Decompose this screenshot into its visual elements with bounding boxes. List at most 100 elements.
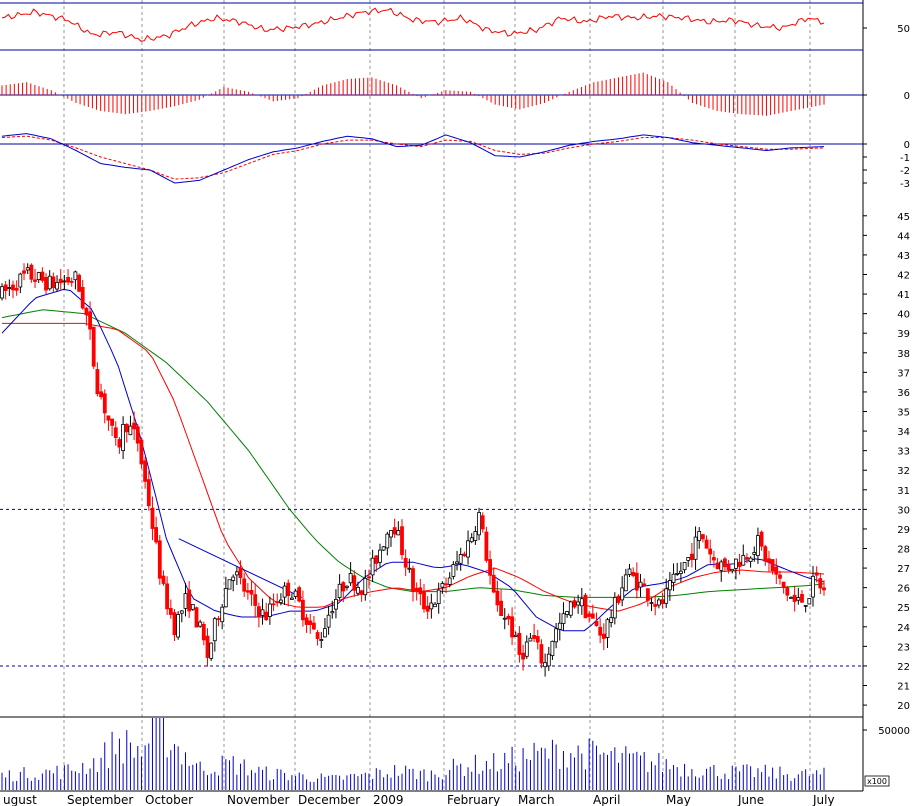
candle-body [58,278,63,284]
candlestick [69,277,74,287]
candle-body [0,286,4,299]
candlestick [539,639,544,669]
candlestick [491,567,496,594]
candlestick [55,275,59,292]
candle-body [216,618,221,620]
candle-body [40,271,45,281]
candlestick [510,607,515,645]
candle-body [469,537,474,543]
candle-body [407,567,412,570]
macd-histogram-panel [0,72,863,116]
candle-body [477,512,482,536]
candlestick [0,283,4,301]
candlestick [774,558,779,584]
candle-body [690,553,694,560]
candle-body [543,662,547,668]
candlestick [425,596,430,619]
candle-body [245,590,250,593]
candlestick [179,610,184,623]
candle-body [488,559,493,576]
price-tick-label: 34 [897,427,910,438]
candle-body [440,583,445,588]
candlestick [649,598,654,612]
candlestick [165,576,170,615]
candle-body [378,549,382,563]
candle-body [458,554,463,564]
candle-body [66,276,70,283]
candle-body [715,562,720,570]
candle-body [657,599,661,606]
candlestick [176,611,181,640]
candle-body [330,611,335,614]
candlestick [286,579,291,607]
candle-body [616,595,621,603]
candle-body [157,540,162,579]
candle-body [36,272,41,281]
month-label: May [666,793,691,806]
candlestick [690,542,694,568]
histogram-tick-label: 0 [904,91,910,102]
candle-body [668,580,672,591]
candle-body [612,597,617,619]
candlestick [311,616,316,631]
candlestick [400,519,404,560]
candle-body [554,628,558,643]
price-tick-label: 23 [897,642,910,653]
candlestick [455,550,459,571]
candle-body [33,279,37,282]
candle-body [697,531,702,542]
month-label: December [298,793,360,806]
candlestick [249,580,254,606]
candlestick [763,544,768,566]
candlestick [818,573,823,595]
candlestick [660,592,665,609]
candle-body [73,271,78,281]
candlestick [657,597,661,609]
candle-body [649,602,654,604]
candlestick [220,604,225,630]
candle-body [767,558,771,563]
candlestick [260,598,265,625]
candlestick [172,609,177,641]
candle-body [396,530,401,536]
candle-body [726,564,731,571]
candlestick [128,415,133,436]
candle-body [704,539,709,549]
candle-body [286,582,291,596]
candlestick [117,437,122,454]
candlestick [612,592,617,625]
price-tick-label: 26 [897,584,910,595]
candlestick [693,526,698,570]
candle-body [792,594,797,602]
candlestick [378,543,382,567]
candle-body [29,264,34,280]
candlestick [634,562,639,599]
candle-body [341,582,346,592]
candlestick [99,383,103,400]
candlestick [517,626,522,663]
candle-body [47,275,52,290]
candle-body [117,439,122,448]
candle-body [510,616,515,638]
candlestick [598,618,603,644]
candle-body [234,571,239,576]
candlestick [363,569,368,601]
candle-body [444,583,448,586]
candle-body [646,588,650,601]
candlestick [348,562,353,586]
candlestick [767,550,771,572]
candle-body [55,281,59,290]
candlestick [132,411,137,441]
candle-body [150,507,155,529]
candlestick [234,566,239,585]
candle-body [745,557,749,560]
candle-body [139,439,144,465]
candle-body [69,280,74,283]
candle-body [502,617,507,620]
candle-body [822,587,826,591]
candlestick [352,570,357,597]
candlestick [18,272,23,293]
candle-body [778,574,782,579]
candle-body [781,581,786,588]
candlestick [322,618,327,638]
